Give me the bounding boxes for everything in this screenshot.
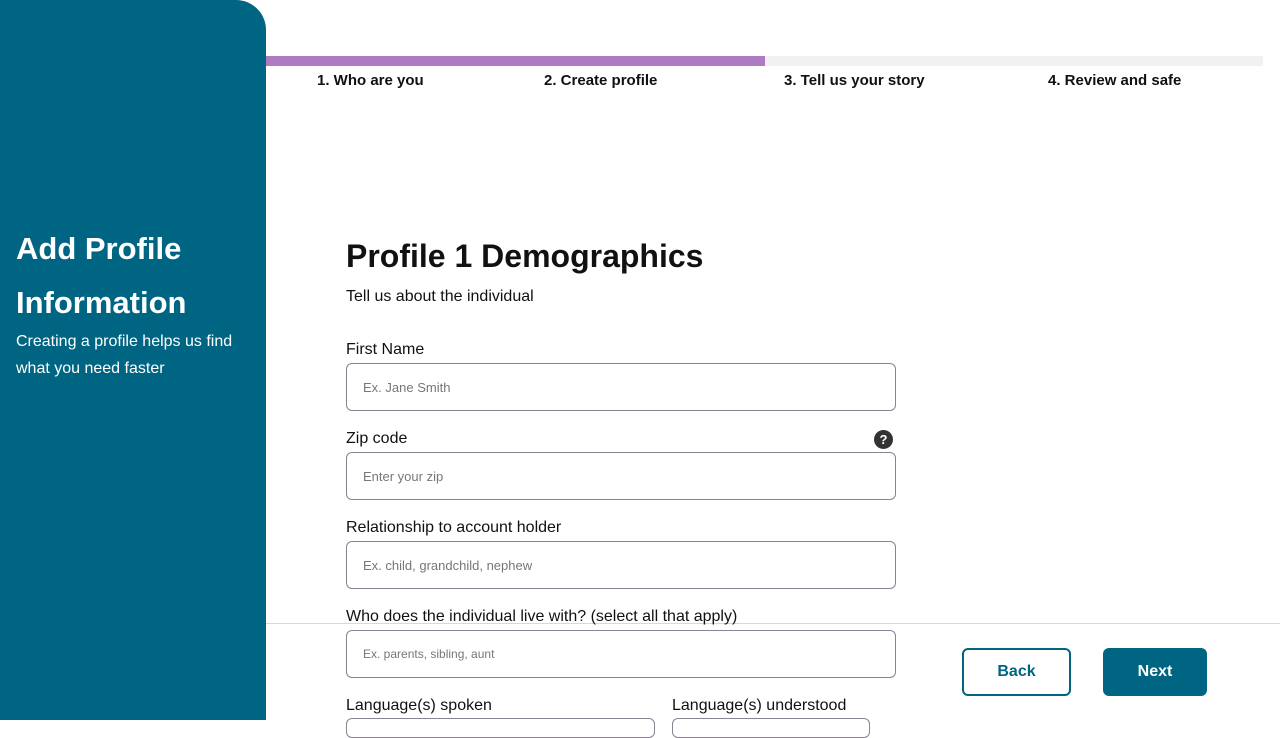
progress-bar [266,56,1263,66]
sidebar-description: Creating a profile helps us find what yo… [16,333,233,377]
languages-spoken-input[interactable] [346,718,655,738]
back-button[interactable]: Back [962,648,1071,696]
first-name-input[interactable] [346,363,896,411]
help-icon[interactable]: ? [874,430,893,449]
page-subtitle: Tell us about the individual [346,288,534,305]
progress-fill [266,56,765,66]
first-name-label: First Name [346,341,425,358]
lives-with-label: Who does the individual live with? (sele… [346,608,738,625]
languages-understood-label: Language(s) understood [672,697,847,714]
lives-with-input[interactable] [346,630,896,678]
relationship-input[interactable] [346,541,896,589]
sidebar-title: Add Profile Information [16,231,187,320]
relationship-label: Relationship to account holder [346,519,562,536]
step-2: 2. Create profile [544,72,658,89]
step-4: 4. Review and safe [1048,72,1182,89]
page-title: Profile 1 Demographics [346,238,704,274]
languages-understood-input[interactable] [672,718,870,738]
step-1: 1. Who are you [317,72,424,89]
step-3: 3. Tell us your story [784,72,925,89]
languages-spoken-label: Language(s) spoken [346,697,492,714]
next-button[interactable]: Next [1103,648,1207,696]
zip-input[interactable] [346,452,896,500]
zip-label: Zip code [346,430,408,447]
sidebar: Add Profile Information Creating a profi… [0,0,266,720]
